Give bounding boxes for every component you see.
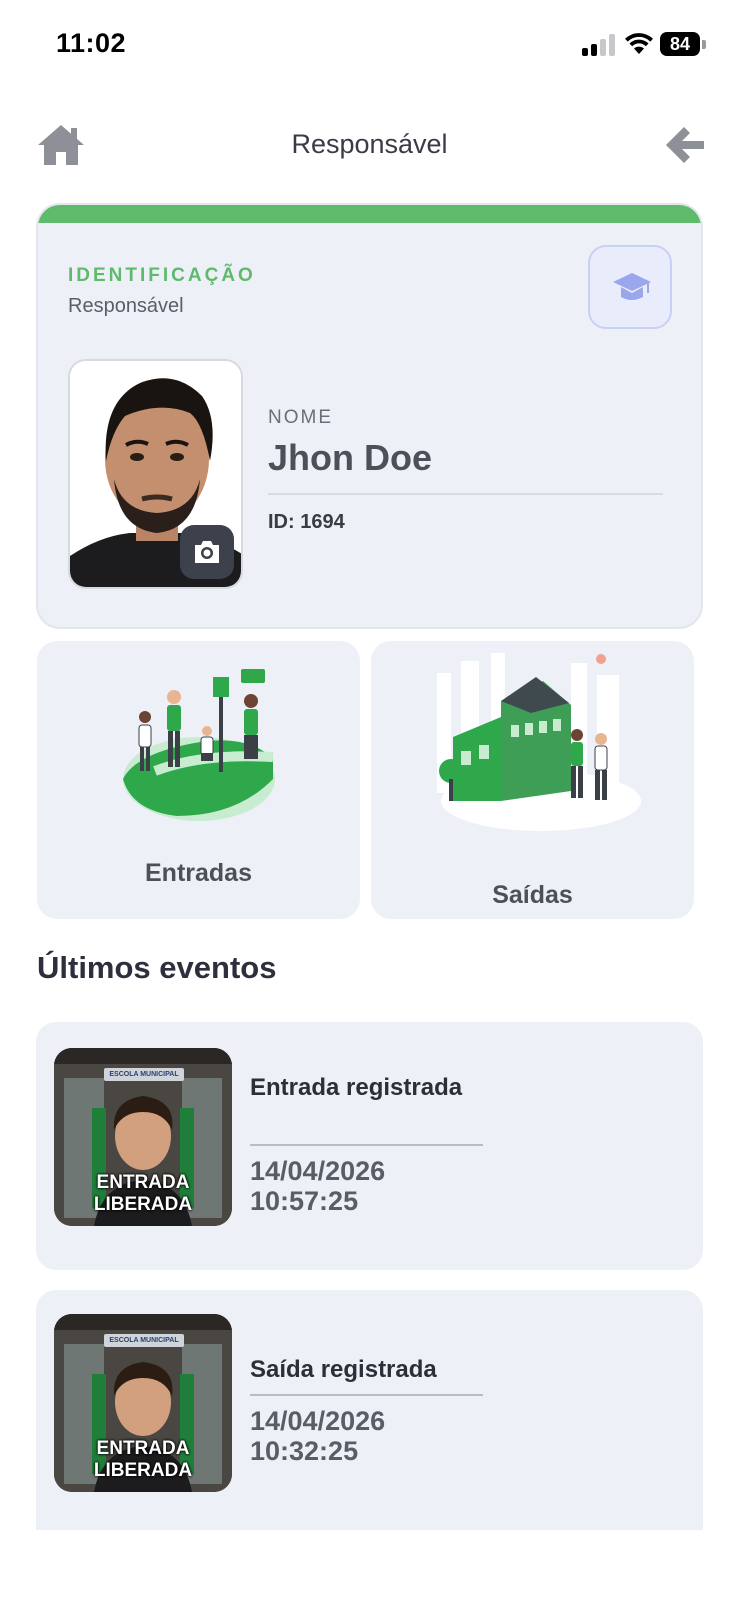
section-title: Últimos eventos xyxy=(37,950,277,985)
exits-button[interactable]: Saídas xyxy=(371,641,694,919)
user-id: ID: 1694 xyxy=(268,511,345,533)
change-photo-button[interactable] xyxy=(180,525,234,579)
thumbnail-sign: ESCOLA MUNICIPAL xyxy=(104,1334,184,1347)
event-time: 10:32:25 xyxy=(250,1436,359,1466)
event-datetime: 14/04/2026 10:32:25 xyxy=(250,1406,385,1466)
name-label: NOME xyxy=(268,407,333,428)
event-title: Entrada registrada xyxy=(250,1074,463,1101)
wifi-icon xyxy=(624,30,654,56)
thumbnail-caption-line2: LIBERADA xyxy=(93,1194,193,1215)
divider xyxy=(250,1394,483,1396)
event-title: Saída registrada xyxy=(250,1356,437,1383)
event-card[interactable]: ESCOLA MUNICIPAL ENTRADA LIBERADA Saída … xyxy=(36,1290,703,1530)
graduation-cap-button[interactable] xyxy=(588,245,672,329)
card-subtitle: Responsável xyxy=(68,295,184,317)
page-title: Responsável xyxy=(291,129,448,159)
entries-illustration xyxy=(123,669,275,821)
event-date: 14/04/2026 xyxy=(250,1406,386,1436)
status-bar: 11:02 84 xyxy=(0,0,739,90)
thumbnail-sign: ESCOLA MUNICIPAL xyxy=(104,1068,184,1081)
identification-card: IDENTIFICAÇÃO Responsável NOME Jhon Doe … xyxy=(36,203,703,629)
battery-level: 84 xyxy=(660,32,700,56)
top-navigation: Responsável xyxy=(0,115,739,175)
user-name: Jhon Doe xyxy=(268,437,433,478)
arrow-left-icon[interactable] xyxy=(664,123,706,167)
profile-photo xyxy=(68,359,243,589)
card-accent-bar xyxy=(38,205,701,223)
event-datetime: 14/04/2026 10:57:25 xyxy=(250,1156,385,1216)
signal-icon xyxy=(582,34,618,56)
graduation-cap-icon xyxy=(613,273,651,300)
event-thumbnail: ESCOLA MUNICIPAL ENTRADA LIBERADA xyxy=(54,1048,232,1226)
event-thumbnail: ESCOLA MUNICIPAL ENTRADA LIBERADA xyxy=(54,1314,232,1492)
thumbnail-caption-line1: ENTRADA xyxy=(96,1438,190,1459)
exits-label: Saídas xyxy=(492,881,573,909)
event-card[interactable]: ESCOLA MUNICIPAL ENTRADA LIBERADA Entrad… xyxy=(36,1022,703,1270)
divider xyxy=(268,493,663,495)
exits-illustration xyxy=(437,653,641,831)
thumbnail-caption: ENTRADA LIBERADA xyxy=(54,1438,232,1482)
thumbnail-caption: ENTRADA LIBERADA xyxy=(54,1172,232,1216)
battery-icon: 84 xyxy=(660,32,706,56)
event-date: 14/04/2026 xyxy=(250,1156,386,1186)
entries-label: Entradas xyxy=(145,859,252,887)
thumbnail-caption-line1: ENTRADA xyxy=(96,1172,190,1193)
divider xyxy=(250,1144,483,1146)
thumbnail-caption-line2: LIBERADA xyxy=(93,1460,193,1481)
camera-icon xyxy=(195,541,219,563)
card-eyebrow: IDENTIFICAÇÃO xyxy=(68,265,256,286)
status-time: 11:02 xyxy=(56,28,127,58)
entries-button[interactable]: Entradas xyxy=(37,641,360,919)
event-time: 10:57:25 xyxy=(250,1186,359,1216)
